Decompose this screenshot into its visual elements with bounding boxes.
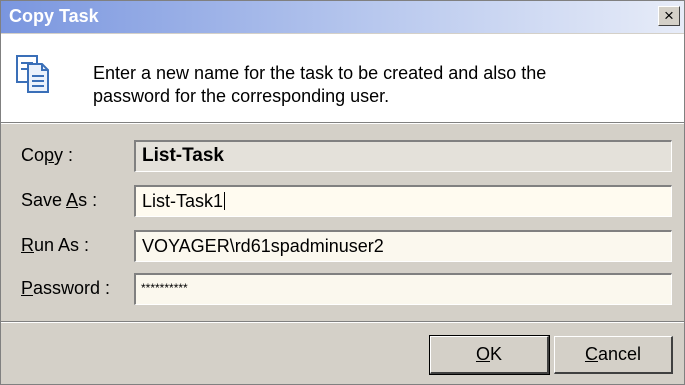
ok-button-label: K	[490, 344, 503, 364]
copy-task-dialog: Copy Task × Enter a new name for the tas…	[0, 0, 685, 385]
close-icon: ×	[664, 6, 674, 25]
copy-source-field: List-Task	[134, 140, 672, 172]
instruction-line-2: password for the corresponding user.	[93, 86, 390, 106]
cancel-button-accel: C	[584, 344, 598, 364]
copy-label: Copy :	[21, 145, 73, 166]
copy-document-icon	[15, 54, 51, 99]
save-as-label-text: Save	[21, 190, 67, 210]
close-button[interactable]: ×	[658, 6, 680, 26]
copy-label-accel: p	[44, 145, 55, 165]
banner-separator	[1, 122, 684, 124]
save-as-label: Save As :	[21, 190, 97, 211]
password-label-text-end: assword :	[33, 278, 111, 298]
run-as-label-text-end: un As :	[34, 235, 90, 255]
save-as-label-accel: A	[66, 190, 79, 210]
instruction-line-1: Enter a new name for the task to be crea…	[93, 63, 547, 83]
password-label: Password :	[21, 278, 110, 299]
password-input[interactable]: **********	[134, 273, 672, 305]
instruction-text: Enter a new name for the task to be crea…	[93, 62, 673, 108]
save-as-input[interactable]: List-Task1	[134, 185, 672, 217]
text-caret	[224, 192, 226, 210]
title-bar[interactable]: Copy Task ×	[1, 1, 684, 33]
copy-label-text-end: y :	[54, 145, 74, 165]
ok-button[interactable]: OK	[429, 335, 550, 375]
run-as-input[interactable]: VOYAGER\rd61spadminuser2	[134, 230, 672, 262]
copy-label-text: Co	[21, 145, 45, 165]
run-as-label-accel: R	[21, 235, 34, 255]
save-as-value: List-Task1	[142, 191, 224, 211]
ok-button-accel: O	[475, 344, 490, 364]
save-as-label-text-end: s :	[78, 190, 98, 210]
cancel-button[interactable]: Cancel	[554, 336, 673, 374]
button-separator	[1, 321, 684, 323]
instruction-banner: Enter a new name for the task to be crea…	[1, 34, 684, 122]
run-as-label: Run As :	[21, 235, 89, 256]
password-label-accel: P	[21, 278, 34, 298]
cancel-button-label: ancel	[597, 344, 642, 364]
dialog-title: Copy Task	[9, 6, 99, 26]
